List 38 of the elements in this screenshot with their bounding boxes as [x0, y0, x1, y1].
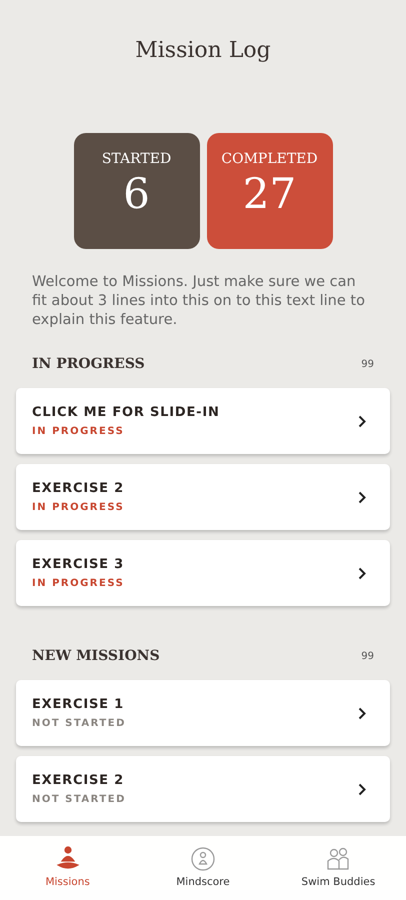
- chevron-right-icon: [358, 490, 366, 504]
- person-circle-icon: [190, 846, 216, 872]
- mission-card[interactable]: EXERCISE 1 NOT STARTED: [16, 680, 390, 746]
- mission-card[interactable]: EXERCISE 2 IN PROGRESS: [16, 464, 390, 530]
- mission-status: IN PROGRESS: [32, 502, 124, 513]
- mission-status: NOT STARTED: [32, 718, 126, 729]
- nav-label: Mindscore: [176, 876, 230, 888]
- nav-tab[interactable]: Mindscore: [148, 846, 258, 888]
- chevron-right-icon: [358, 414, 366, 428]
- stat-value: 6: [123, 169, 150, 218]
- mission-card[interactable]: EXERCISE 2 NOT STARTED: [16, 756, 390, 822]
- stat-label: STARTED: [102, 151, 172, 167]
- mission-name: EXERCISE 2: [32, 481, 124, 496]
- page-title: Mission Log: [134, 37, 272, 63]
- mission-card[interactable]: EXERCISE 3 IN PROGRESS: [16, 540, 390, 606]
- chevron-right-icon: [358, 706, 366, 720]
- nav-label: Missions: [45, 876, 90, 888]
- people-icon: [325, 846, 352, 872]
- nav-tab[interactable]: Missions: [12, 846, 123, 888]
- mission-status: IN PROGRESS: [32, 578, 124, 589]
- mission-status: IN PROGRESS: [32, 426, 126, 437]
- mission-status: NOT STARTED: [32, 794, 126, 805]
- section-title: NEW MISSIONS: [32, 648, 160, 664]
- stat-value: 27: [242, 169, 296, 218]
- nav-tab[interactable]: Swim Buddies: [283, 846, 394, 888]
- section-title: IN PROGRESS: [32, 356, 145, 372]
- chevron-right-icon: [358, 782, 366, 796]
- mission-name: CLICK ME FOR SLIDE-IN: [32, 405, 220, 420]
- mission-card[interactable]: CLICK ME FOR SLIDE-IN IN PROGRESS: [16, 388, 390, 454]
- chevron-right-icon: [358, 566, 366, 580]
- stat-label: COMPLETED: [221, 151, 318, 167]
- mission-name: EXERCISE 1: [32, 697, 125, 712]
- section-count: 99: [361, 358, 374, 370]
- intro-text: Welcome to Missions. Just make sure we can fit about 3 lines into this on to this text line to explain this feature.: [32, 273, 366, 330]
- mission-name: EXERCISE 2: [32, 773, 125, 788]
- mission-name: EXERCISE 3: [32, 557, 124, 572]
- section-count: 99: [361, 650, 374, 662]
- nav-label: Swim Buddies: [301, 876, 376, 888]
